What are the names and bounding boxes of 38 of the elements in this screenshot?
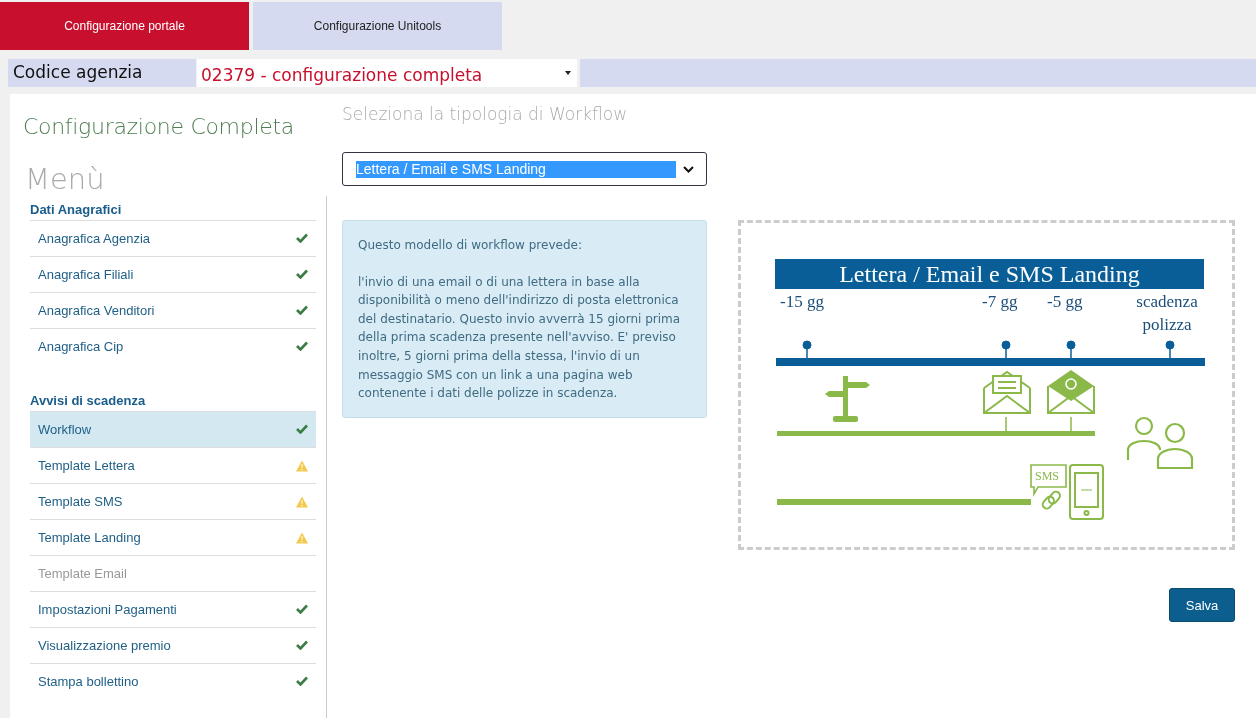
menu-title: Menù [25,162,106,196]
menu-item[interactable]: Template Landing [30,519,316,555]
section-heading: Seleziona la tipologia di Workflow [342,104,629,124]
email-envelope-icon [1047,370,1095,414]
menu-item[interactable]: Impostazioni Pagamenti [30,591,316,627]
tab[interactable]: Configurazione portale [0,2,249,50]
milestone-label: -5 gg [1047,291,1083,313]
section-heading: Dati Anagrafici [30,202,123,219]
section-heading: Avvisi di scadenza [30,393,147,410]
menu-item[interactable]: Visualizzazione premio [30,627,316,663]
milestone-label: -15 gg [780,291,824,313]
milestone-label: -7 gg [982,291,1018,313]
field-label: Codice agenzia [8,59,196,87]
info-text: l'invio di una email o di una lettera in base alla disponibilità o meno dell'indirizzo di posta elettronica del destinatario. Questo invio avverrà 15 giorni prima della prima scadenza presente nell'avviso. E' previso inoltre, 5 giorni prima della stessa, l'invio di un messaggio SMS con un link a una pagina web contenente i dati delle polizze in scadenza. [358,273,682,403]
menu-item[interactable]: Workflow [30,411,316,447]
menu-item[interactable]: Anagrafica Agenzia [30,220,316,256]
sms-bubble-icon [1030,464,1067,497]
menu-item[interactable]: Stampa bollettino [30,663,316,699]
menu-item[interactable]: Anagrafica Filiali [30,256,316,292]
milestone-label: scadenza polizza [1135,291,1199,336]
menu-item[interactable]: Template Lettera [30,447,316,483]
diagram-title: Lettera / Email e SMS Landing [775,259,1204,289]
menu-item[interactable]: Anagrafica Venditori [30,292,316,328]
signpost-icon [825,376,870,422]
caret-icon [565,71,571,75]
tab[interactable]: Configurazione Unitools [253,2,502,50]
smartphone-icon [1069,464,1104,520]
menu-item[interactable]: Template SMS [30,483,316,519]
letter-envelope-icon [983,370,1031,414]
link-icon [1040,489,1063,512]
info-text: Questo modello di workflow prevede: [358,237,583,254]
chevron-down-icon [683,165,694,173]
save-button[interactable]: Salva [1169,588,1235,622]
menu-item[interactable]: Anagrafica Cip [30,328,316,364]
agency-select[interactable]: 02379 - configurazione completa [197,59,577,87]
people-icon [1126,416,1194,470]
sms-label: SMS [1035,469,1060,484]
page-title: Configurazione Completa [23,114,295,139]
